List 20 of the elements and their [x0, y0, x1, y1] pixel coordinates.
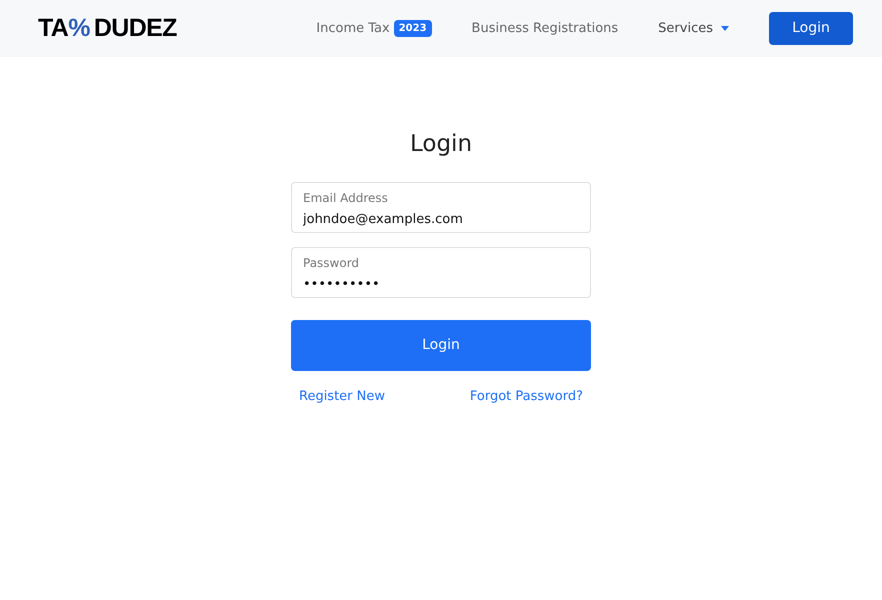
password-field[interactable]: Password ••••••••••: [291, 246, 591, 298]
caret-icon: [721, 26, 729, 31]
forgot-password-link[interactable]: Forgot Password?: [470, 386, 583, 406]
logo-text: DUDEZ: [94, 16, 177, 41]
services-dropdown[interactable]: Services: [658, 18, 729, 38]
year-badge: 2023: [394, 20, 432, 37]
nav-link[interactable]: Business Registrations: [472, 18, 618, 38]
logo-text: TA: [38, 16, 68, 41]
nav-link-label: Income Tax: [316, 20, 390, 38]
form-title: Login: [410, 130, 472, 159]
logo-symbol: %: [68, 16, 90, 41]
email-field[interactable]: Email Address johndoe@examples.com: [291, 182, 591, 232]
header-login-button[interactable]: Login: [769, 12, 853, 45]
email-input[interactable]: johndoe@examples.com: [303, 210, 579, 228]
login-button[interactable]: Login: [291, 320, 591, 370]
field-label: Password: [303, 254, 360, 270]
nav-link[interactable]: Income Tax 2023: [316, 18, 432, 38]
password-input[interactable]: ••••••••••: [303, 276, 579, 294]
register-link[interactable]: Register New: [299, 386, 386, 406]
field-label: Email Address: [303, 190, 389, 206]
